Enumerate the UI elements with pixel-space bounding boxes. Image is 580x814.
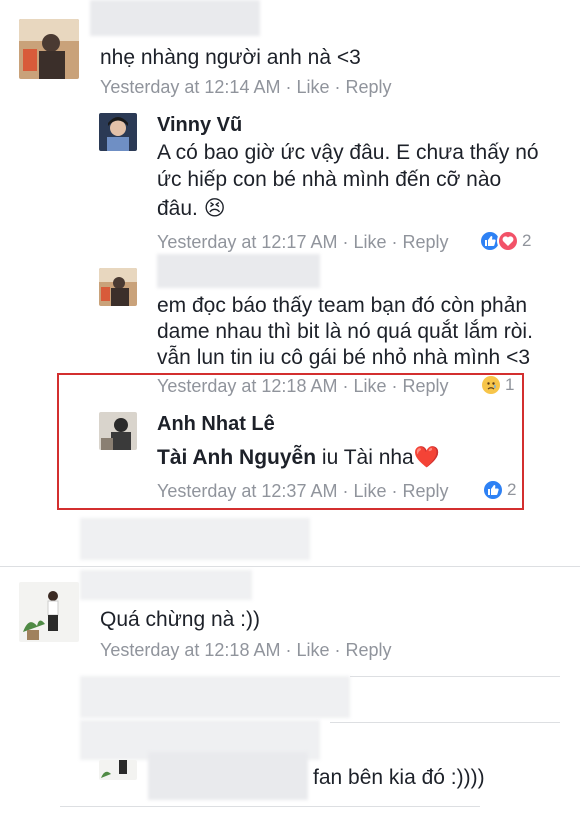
heart-emoji: ❤️ [413, 446, 440, 469]
separator: · [391, 481, 398, 501]
author-name[interactable]: Anh Nhat Lê [157, 413, 275, 436]
divider [60, 806, 480, 807]
avatar[interactable] [19, 19, 79, 79]
avatar[interactable] [99, 268, 137, 306]
comment-text: vẫn lun tin iu cô gái bé nhỏ nhà mình <3 [157, 346, 531, 369]
separator: · [342, 232, 349, 252]
avatar[interactable] [19, 582, 79, 642]
blurred-reply-input [80, 518, 310, 560]
timestamp[interactable]: Yesterday at 12:18 AM [100, 640, 280, 661]
blurred-name [148, 752, 308, 800]
reaction-count: 2 [522, 231, 532, 250]
divider [330, 722, 560, 723]
comment-text: dame nhau thì bit là nó quá quắt lắm ròi… [157, 320, 533, 343]
reaction-count: 2 [507, 480, 517, 499]
blurred-name [90, 0, 260, 36]
author-name[interactable]: Vinny Vũ [157, 114, 242, 137]
blurred-content [80, 676, 350, 718]
comment-text: Tài Anh Nguyễn iu Tài nha❤️ [157, 444, 440, 471]
love-icon [497, 230, 519, 252]
avatar[interactable] [99, 760, 137, 780]
persevering-face-emoji: 😣 [203, 197, 226, 220]
separator: · [285, 77, 292, 97]
comment-text: nhẹ nhàng người anh nà <3 [100, 46, 361, 69]
reactions[interactable]: 2 [479, 230, 531, 252]
divider [350, 676, 560, 677]
avatar[interactable] [99, 412, 137, 450]
comment-text: em đọc báo thấy team bạn đó còn phản [157, 294, 528, 317]
separator: · [334, 640, 341, 660]
separator: · [391, 232, 398, 252]
divider [0, 566, 580, 567]
like-link[interactable]: Like [353, 481, 386, 502]
reactions[interactable]: 2 [482, 479, 516, 501]
timestamp[interactable]: Yesterday at 12:14 AM [100, 77, 280, 98]
like-link[interactable]: Like [296, 77, 329, 98]
comment-meta: Yesterday at 12:18 AM · Like · Reply [100, 640, 392, 661]
blurred-name [80, 570, 252, 600]
mention-link[interactable]: Tài Anh Nguyễn [157, 446, 316, 469]
separator: · [342, 481, 349, 501]
reply-link[interactable]: Reply [403, 232, 449, 253]
reply-link[interactable]: Reply [346, 640, 392, 661]
reply-link[interactable]: Reply [403, 481, 449, 502]
like-link[interactable]: Like [296, 640, 329, 661]
comment-meta: Yesterday at 12:17 AM · Like · Reply [157, 232, 449, 253]
comment-meta: Yesterday at 12:37 AM · Like · Reply [157, 481, 449, 502]
comment-text: ức hiếp con bé nhà mình đến cỡ nào [157, 168, 502, 191]
comment-text: đâu. 😣 [157, 195, 226, 222]
reply-link[interactable]: Reply [346, 77, 392, 98]
comment-text: Quá chừng nà :)) [100, 608, 260, 631]
like-icon [482, 479, 504, 501]
comment-text-part: đâu. [157, 197, 198, 220]
timestamp[interactable]: Yesterday at 12:17 AM [157, 232, 337, 253]
separator: · [334, 77, 341, 97]
avatar[interactable] [99, 113, 137, 151]
comment-meta: Yesterday at 12:14 AM · Like · Reply [100, 77, 392, 98]
timestamp[interactable]: Yesterday at 12:37 AM [157, 481, 337, 502]
comment-text-part: iu Tài nha [316, 446, 414, 469]
comment-text: fan bên kia đó :)))) [313, 766, 485, 789]
like-link[interactable]: Like [353, 232, 386, 253]
comment-text: A có bao giờ ức vậy đâu. E chưa thấy nó [157, 141, 539, 164]
separator: · [285, 640, 292, 660]
blurred-name [157, 254, 320, 288]
